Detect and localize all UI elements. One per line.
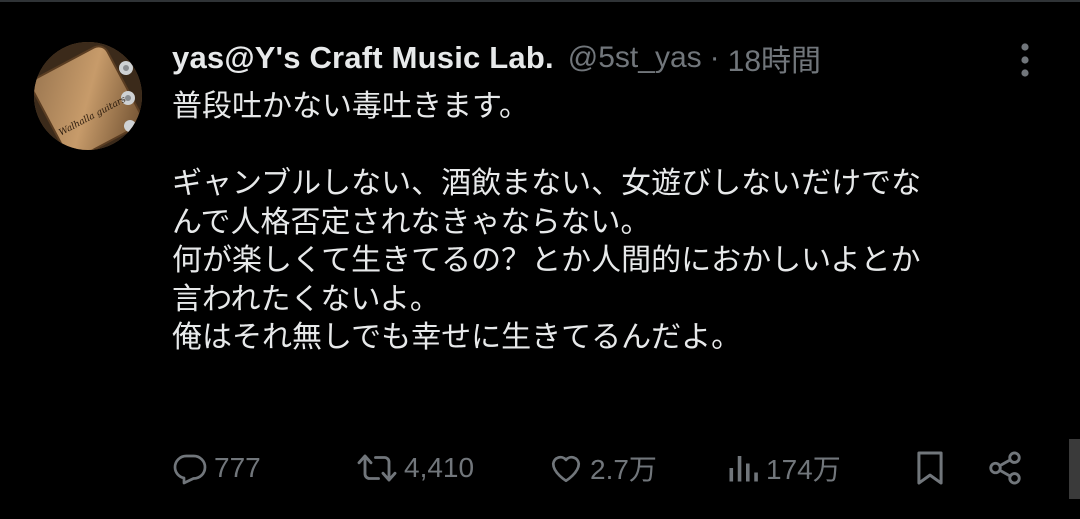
action-bar: 777 4,410 2.7万 174万 [172, 446, 1032, 490]
more-options-button[interactable] [1014, 40, 1036, 80]
bookmark-button[interactable] [914, 446, 946, 490]
tweet-line: 言われたくないよ。 [172, 281, 440, 317]
reply-icon [173, 454, 207, 485]
separator-dot: · [709, 41, 720, 74]
tweet-header: yas@Y's Craft Music Lab. @5st_yas · 18時間 [172, 34, 821, 82]
retweet-button[interactable]: 4,410 [356, 446, 474, 490]
display-name[interactable]: yas@Y's Craft Music Lab. [172, 40, 554, 76]
tweet-text: 普段吐かない毒吐きます。 ギャンブルしない、酒飲まない、女遊びしないだけでな ん… [172, 88, 1052, 358]
scrollbar[interactable] [1069, 439, 1080, 499]
like-count: 2.7万 [590, 454, 657, 485]
timestamp[interactable]: 18時間 [728, 36, 821, 80]
retweet-icon [357, 454, 397, 482]
reply-button[interactable]: 777 [172, 446, 261, 490]
tweet-line: 何が楽しくて生きてるの？とか人間的におかしいよとか [172, 243, 921, 278]
tweet-line [172, 127, 1052, 166]
retweet-count: 4,410 [404, 452, 475, 483]
views-button[interactable]: 174万 [726, 446, 841, 490]
share-button[interactable] [986, 446, 1024, 490]
like-button[interactable]: 2.7万 [548, 446, 657, 490]
reply-count: 777 [214, 452, 261, 483]
share-icon [989, 451, 1021, 485]
tweet-line: んで人格否定されなきゃならない。 [172, 204, 651, 240]
top-divider [0, 0, 1080, 2]
tweet-line: 俺はそれ無しでも幸せに生きてるんだよ。 [172, 320, 742, 355]
bookmark-icon [917, 451, 943, 485]
avatar[interactable]: Walhalla guitars [34, 42, 142, 150]
views-count: 174万 [766, 454, 841, 485]
tweet-line: 普段吐かない毒吐きます。 [172, 89, 529, 124]
user-handle[interactable]: @5st_yas [568, 41, 702, 75]
heart-icon [551, 455, 581, 483]
tweet-line: ギャンブルしない、酒飲まない、女遊びしないだけでな [172, 166, 922, 201]
more-icon [1021, 43, 1029, 77]
analytics-icon [729, 456, 758, 482]
